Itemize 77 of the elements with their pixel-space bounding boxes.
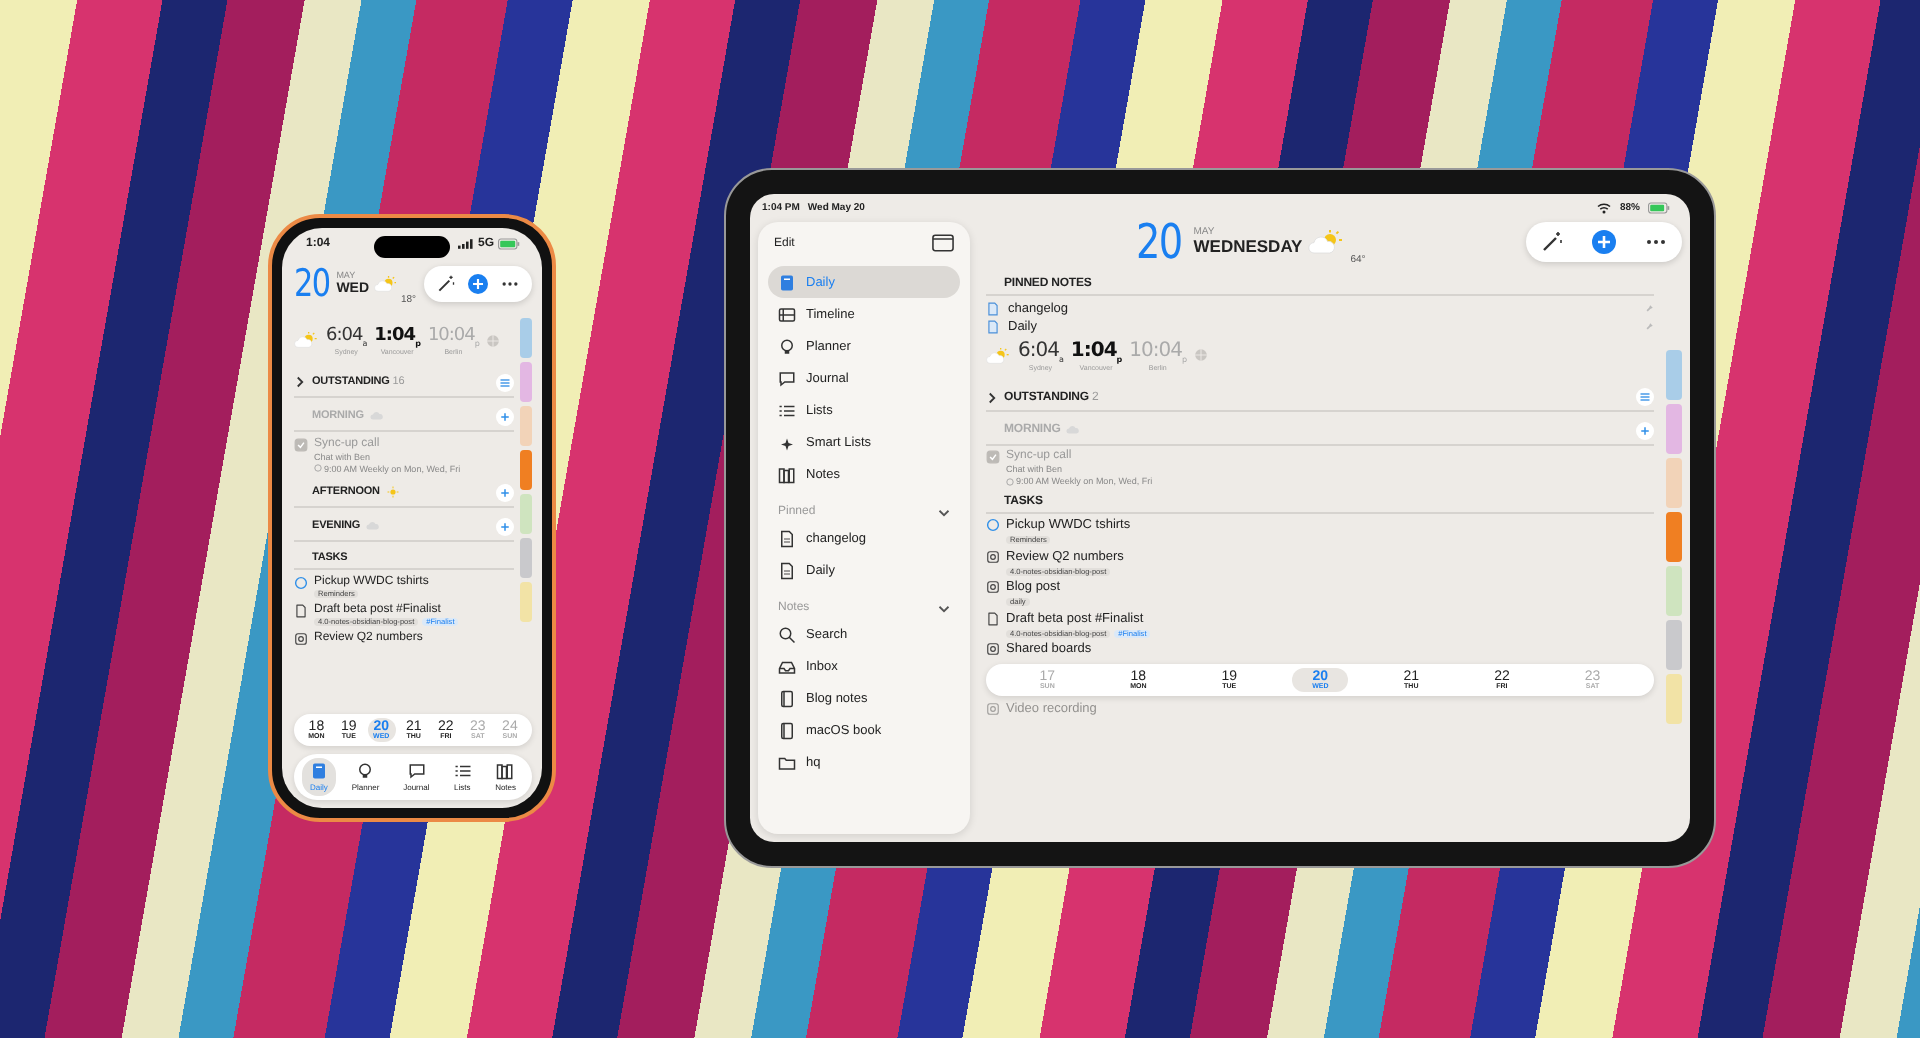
list-view-button[interactable] [1636, 388, 1654, 406]
calendar-tab[interactable] [520, 362, 532, 402]
weekday-label: WEDNESDAY [1193, 238, 1303, 256]
books-icon [778, 465, 796, 483]
checkbox[interactable] [986, 450, 1000, 464]
battery-icon [498, 237, 520, 249]
add-button[interactable] [1636, 421, 1654, 439]
sidebar-toggle-icon[interactable] [932, 234, 954, 252]
folder-icon [778, 753, 796, 771]
books-icon [496, 762, 515, 780]
calendar-tab[interactable] [1666, 350, 1682, 400]
search-icon [778, 625, 796, 643]
pin-icon[interactable] [1644, 322, 1654, 332]
chevron-icon[interactable] [986, 391, 998, 403]
timeline-icon [778, 305, 796, 323]
camera-icon [986, 701, 1000, 715]
calendar-tab[interactable] [520, 538, 532, 578]
book-icon [778, 689, 796, 707]
add-button[interactable] [1592, 230, 1616, 254]
camera-icon [986, 580, 1000, 594]
globe-icon[interactable] [486, 333, 501, 348]
add-button[interactable] [468, 274, 488, 294]
circle-checkbox-icon[interactable] [986, 518, 1000, 532]
list-icon [778, 401, 796, 419]
add-button[interactable] [496, 483, 514, 502]
calendar-tab[interactable] [520, 318, 532, 358]
date-number: 20 [294, 262, 330, 306]
globe-icon[interactable] [1194, 348, 1209, 362]
camera-icon [986, 642, 1000, 656]
pin-icon[interactable] [1644, 303, 1654, 313]
calendar-tab[interactable] [520, 582, 532, 622]
book-icon [778, 721, 796, 739]
speech-bubble-icon [407, 762, 426, 780]
inbox-tray-icon [778, 657, 796, 675]
lightbulb-icon [778, 337, 796, 355]
document-icon [986, 611, 1000, 625]
calendar-tab[interactable] [1666, 674, 1682, 724]
calendar-tab[interactable] [1666, 512, 1682, 562]
list-icon [453, 762, 472, 780]
document-icon [778, 561, 796, 579]
lightbulb-icon [356, 762, 375, 780]
calendar-tab[interactable] [1666, 458, 1682, 508]
add-button[interactable] [496, 517, 514, 536]
add-button[interactable] [496, 407, 514, 426]
speech-bubble-icon [778, 369, 796, 387]
camera-island [374, 236, 450, 258]
magic-wand-icon[interactable] [436, 274, 456, 294]
list-view-button[interactable] [496, 373, 514, 392]
sun-icon [385, 486, 400, 499]
daily-note-icon [309, 762, 328, 780]
calendar-tab[interactable] [1666, 566, 1682, 616]
sun-behind-cloud-icon [986, 347, 1010, 363]
circle-checkbox-icon[interactable] [294, 575, 308, 590]
date-number: 20 [1136, 214, 1183, 270]
magic-wand-icon[interactable] [1540, 230, 1564, 254]
chevron-icon[interactable] [938, 603, 950, 613]
camera-icon [986, 549, 1000, 563]
calendar-tab[interactable] [1666, 620, 1682, 670]
document-icon [778, 529, 796, 547]
checkbox[interactable] [294, 437, 308, 452]
document-icon [294, 603, 308, 618]
wifi-icon [1595, 202, 1612, 214]
calendar-tab[interactable] [520, 450, 532, 490]
repeat-clock-icon [314, 464, 322, 473]
sun-behind-cloud-icon [294, 332, 318, 349]
sun-behind-cloud-icon [373, 274, 397, 294]
daily-note-icon [778, 273, 796, 291]
calendar-tab[interactable] [520, 494, 532, 534]
signal-icon [457, 237, 474, 249]
chevron-icon[interactable] [294, 376, 306, 389]
battery-icon [1648, 202, 1670, 214]
sun-behind-cloud-icon [1308, 230, 1345, 254]
calendar-tab[interactable] [520, 406, 532, 446]
repeat-clock-icon [1006, 477, 1014, 485]
camera-icon [294, 631, 308, 646]
chevron-icon[interactable] [938, 507, 950, 517]
calendar-tab[interactable] [1666, 404, 1682, 454]
